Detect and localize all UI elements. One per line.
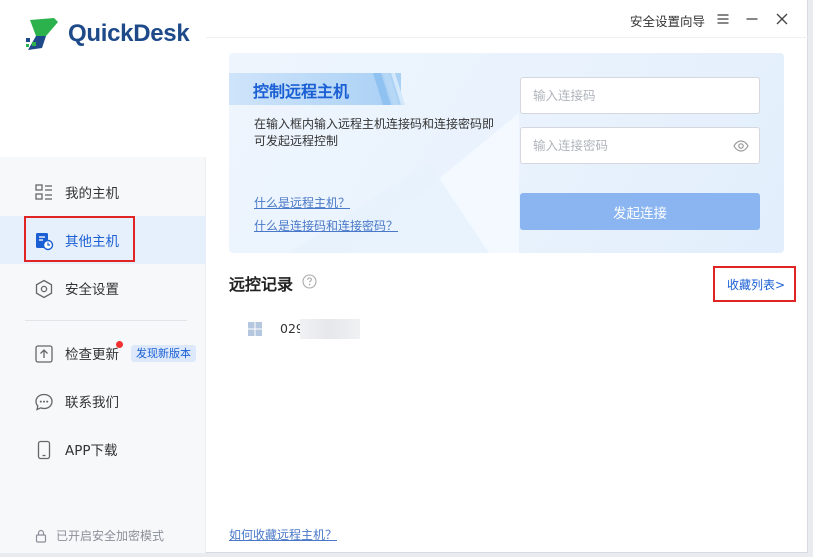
sidebar-item-label: APP下载 xyxy=(65,443,118,459)
how-to-favorite-link[interactable]: 如何收藏远程主机？ xyxy=(229,526,337,543)
connection-password-field[interactable] xyxy=(520,127,760,164)
titlebar: 安全设置向导 xyxy=(206,0,808,38)
sidebar-item-label: 我的主机 xyxy=(65,186,119,202)
notification-dot xyxy=(116,341,123,348)
lock-icon xyxy=(35,529,47,543)
windows-icon xyxy=(248,322,262,336)
chat-bubble-icon xyxy=(35,393,53,411)
app-window: QuickDesk 我的主机 其他主机 安全设置 检查更新 发现新版本 联系我们… xyxy=(0,0,808,553)
sidebar-item-my-hosts[interactable]: 我的主机 xyxy=(0,168,206,216)
sidebar-item-security[interactable]: 安全设置 xyxy=(0,264,206,312)
sidebar-item-contact[interactable]: 联系我们 xyxy=(0,377,206,425)
encryption-status: 已开启安全加密模式 xyxy=(34,527,164,544)
sidebar-item-label: 安全设置 xyxy=(65,282,119,298)
sidebar-item-label: 检查更新 xyxy=(65,347,119,363)
sidebar-item-other-hosts[interactable]: 其他主机 xyxy=(0,216,206,264)
minimize-icon[interactable] xyxy=(744,11,760,27)
encryption-status-label: 已开启安全加密模式 xyxy=(56,529,165,543)
host-clock-icon xyxy=(36,233,54,251)
connection-code-input[interactable] xyxy=(533,88,733,103)
connection-password-input[interactable] xyxy=(533,138,733,153)
history-title: 远控记录 xyxy=(229,275,294,294)
sidebar-divider xyxy=(25,320,187,321)
mobile-phone-icon xyxy=(37,440,51,460)
favorites-list-link[interactable]: 收藏列表> xyxy=(727,276,785,293)
redaction-mask xyxy=(300,319,360,339)
eye-icon[interactable] xyxy=(733,139,749,153)
what-is-code-password-link[interactable]: 什么是连接码和连接密码？ xyxy=(254,217,398,234)
connect-description: 在输入框内输入远程主机连接码和连接密码即可发起远程控制 xyxy=(254,117,495,148)
close-icon[interactable] xyxy=(774,11,790,27)
sidebar-item-app-download[interactable]: APP下载 xyxy=(0,425,206,473)
start-connection-button[interactable]: 发起连接 xyxy=(520,193,760,230)
banner-stripes-decoration xyxy=(373,73,405,105)
history-row[interactable]: 029 xyxy=(229,310,784,350)
logo-area: QuickDesk xyxy=(0,0,206,157)
app-name: QuickDesk xyxy=(68,20,190,47)
connect-card: 控制远程主机 在输入框内输入远程主机连接码和连接密码即可发起远程控制 什么是远程… xyxy=(229,53,784,253)
question-circle-icon[interactable] xyxy=(302,274,317,289)
menu-icon[interactable] xyxy=(715,11,731,27)
sidebar: QuickDesk 我的主机 其他主机 安全设置 检查更新 发现新版本 联系我们… xyxy=(0,0,206,553)
security-wizard-link[interactable]: 安全设置向导 xyxy=(630,11,705,30)
hexagon-shield-icon xyxy=(35,279,53,299)
quickdesk-logo-icon xyxy=(26,18,58,50)
sidebar-item-label: 其他主机 xyxy=(65,234,119,250)
sidebar-item-label: 联系我们 xyxy=(65,395,119,411)
grid-list-icon xyxy=(35,184,52,200)
new-version-badge: 发现新版本 xyxy=(131,345,196,362)
connection-code-field[interactable] xyxy=(520,77,760,114)
what-is-remote-host-link[interactable]: 什么是远程主机？ xyxy=(254,194,350,211)
connect-title: 控制远程主机 xyxy=(253,82,350,101)
logo: QuickDesk xyxy=(24,16,190,52)
upload-icon xyxy=(35,345,53,363)
